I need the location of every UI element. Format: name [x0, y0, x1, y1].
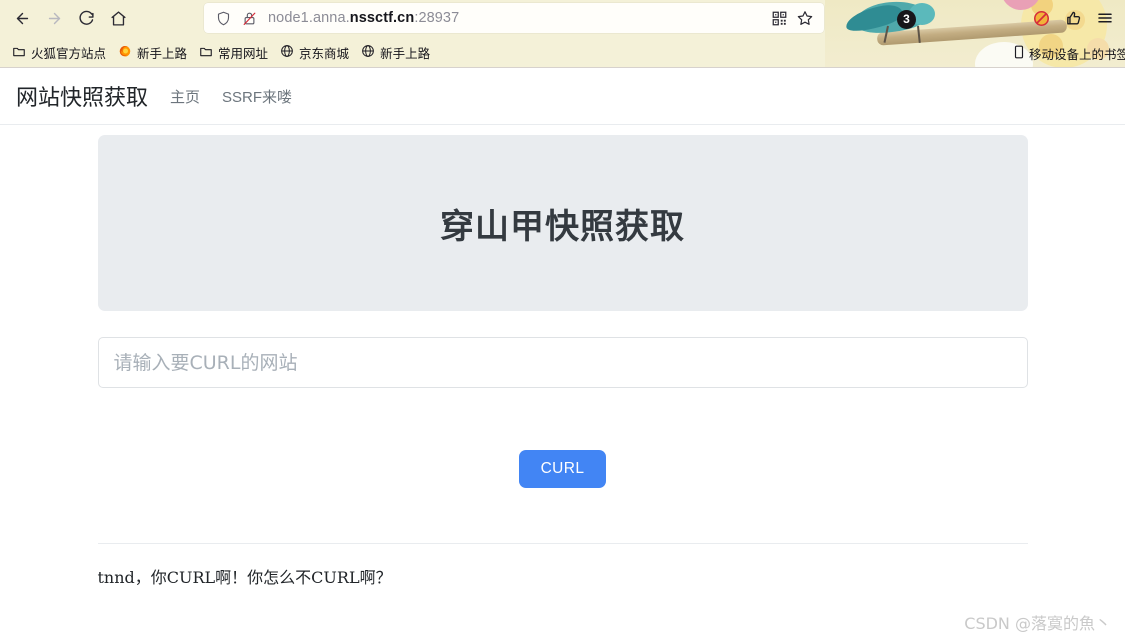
app-menu-icon[interactable] [1089, 3, 1121, 33]
globe-icon [361, 44, 375, 61]
globe-icon [280, 44, 294, 61]
reload-button[interactable] [70, 3, 102, 33]
forward-button[interactable] [38, 3, 70, 33]
bookmark-item[interactable]: 京东商城 [274, 40, 355, 65]
result-message: tnnd，你CURL啊！你怎么不CURL啊？ [97, 568, 392, 587]
page-title: 穿山甲快照获取 [440, 206, 685, 247]
url-domain: nssctf.cn [349, 10, 415, 26]
url-input[interactable] [97, 337, 1028, 388]
navbar-links: 主页 SSRF来喽 [170, 86, 292, 107]
url-text[interactable]: node1.anna.nssctf.cn:28937 [262, 10, 766, 26]
bookmark-label: 火狐官方站点 [31, 46, 107, 61]
bookmark-item[interactable]: 火狐官方站点 [6, 40, 112, 65]
browser-chrome: 3 node1.anna.nssctf.cn:28937 火狐官方站点 新手上路… [0, 0, 1125, 68]
home-button[interactable] [102, 3, 134, 33]
mobile-phone-icon [1013, 45, 1025, 62]
browser-extension-icons [1025, 3, 1121, 33]
page-content: 网站快照获取 主页 SSRF来喽 穿山甲快照获取 CURL tnnd，你CURL… [0, 68, 1125, 640]
qr-code-icon[interactable] [766, 5, 792, 31]
bookmark-label: 新手上路 [137, 46, 188, 61]
nav-link-home[interactable]: 主页 [170, 86, 200, 107]
bookmark-item[interactable]: 新手上路 [112, 40, 193, 65]
bookmark-item[interactable]: 新手上路 [355, 40, 436, 65]
section-divider [97, 543, 1028, 544]
curl-submit-button[interactable]: CURL [518, 450, 607, 488]
navbar-brand[interactable]: 网站快照获取 [16, 80, 148, 112]
mobile-bookmarks-item[interactable]: 移动设备上的书签 [1009, 41, 1125, 66]
mobile-bookmarks-label: 移动设备上的书签 [1028, 48, 1125, 62]
bookmark-label: 常用网址 [218, 46, 269, 61]
thumbs-up-icon[interactable] [1057, 3, 1089, 33]
bookmark-label: 京东商城 [299, 46, 350, 61]
submit-row: CURL [98, 450, 1028, 488]
csdn-watermark: CSDN @落寞的魚丶 [964, 614, 1111, 633]
bookmark-label: 新手上路 [380, 46, 431, 61]
address-bar-actions [766, 5, 818, 31]
star-bookmark-icon[interactable] [792, 5, 818, 31]
site-navbar: 网站快照获取 主页 SSRF来喽 [0, 68, 1125, 125]
url-prefix: node1.anna. [268, 10, 350, 26]
bookmark-item[interactable]: 常用网址 [193, 40, 274, 65]
main-container: 穿山甲快照获取 CURL tnnd，你CURL啊！你怎么不CURL啊？ [97, 125, 1028, 588]
address-bar[interactable]: node1.anna.nssctf.cn:28937 [204, 3, 824, 33]
chrome-divider [0, 67, 1125, 68]
curl-form [97, 337, 1028, 388]
folder-icon [199, 44, 213, 61]
nav-link-ssrf[interactable]: SSRF来喽 [222, 86, 292, 107]
url-suffix: :28937 [414, 10, 460, 26]
extension-blocked-icon[interactable] [1025, 3, 1057, 33]
back-button[interactable] [6, 3, 38, 33]
firefox-icon [118, 44, 132, 61]
jumbotron: 穿山甲快照获取 [97, 135, 1028, 311]
shield-icon[interactable] [210, 5, 236, 31]
folder-icon [12, 44, 26, 61]
lock-crossed-icon[interactable] [236, 5, 262, 31]
browser-toolbar: node1.anna.nssctf.cn:28937 [0, 0, 1125, 36]
bookmarks-bar: 火狐官方站点 新手上路 常用网址 京东商城 新手上路 移动设备上的书签 [0, 36, 1125, 68]
